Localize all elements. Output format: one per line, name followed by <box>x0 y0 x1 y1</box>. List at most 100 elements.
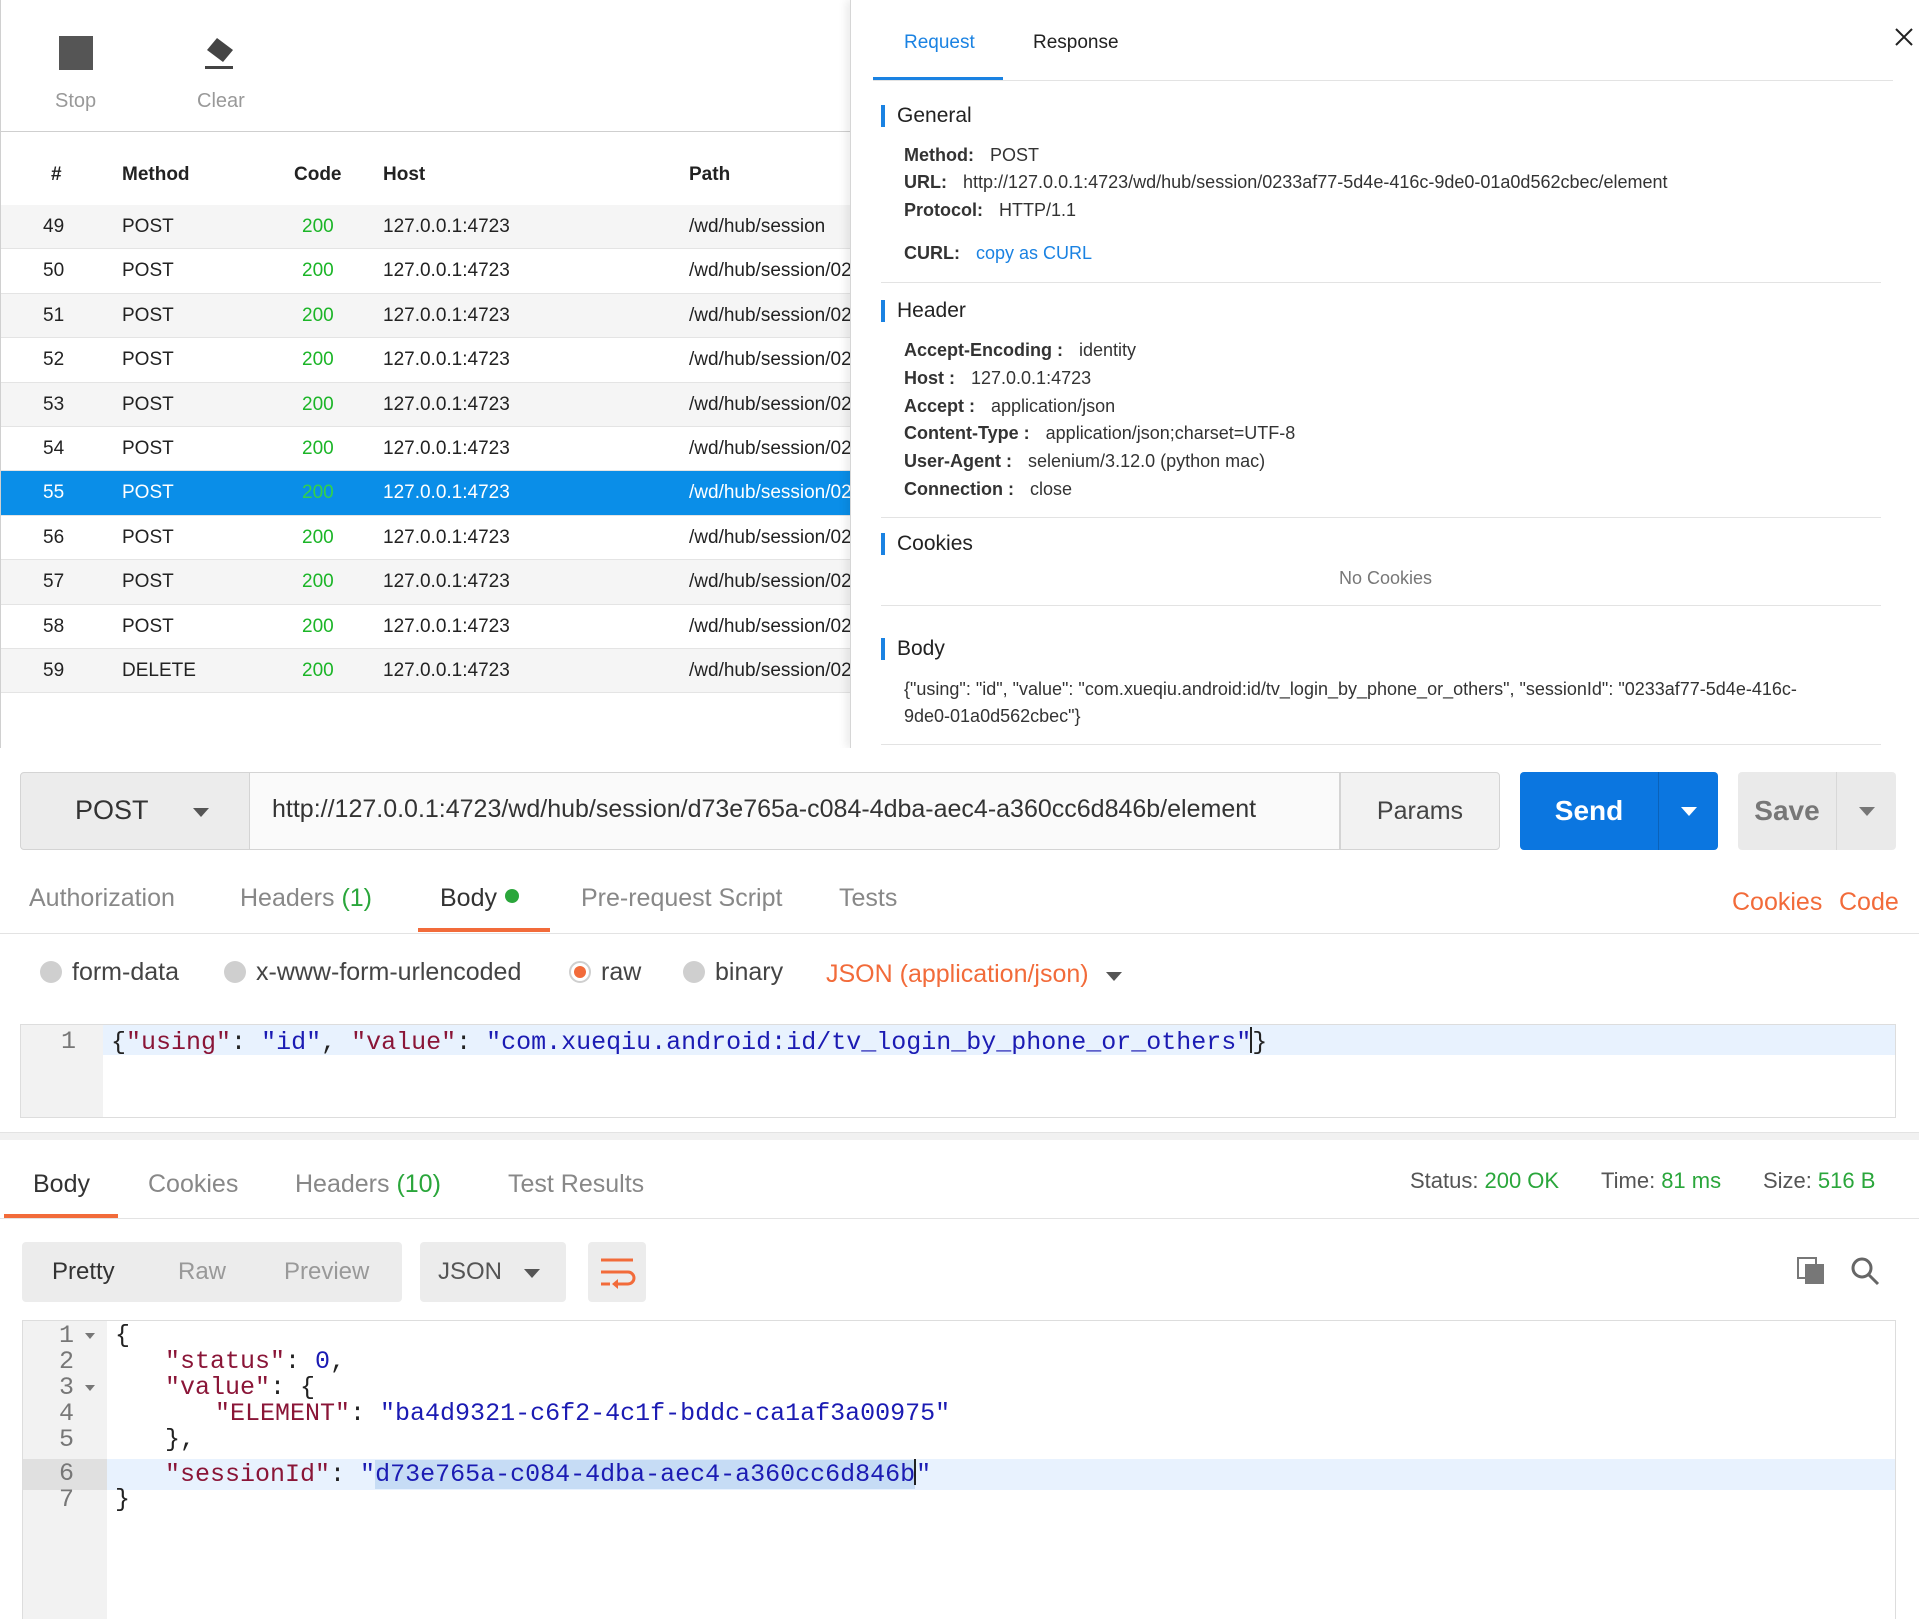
pane-divider[interactable] <box>0 1132 1919 1140</box>
table-row[interactable]: 49 POST 200 127.0.0.1:4723/wd/hub/session <box>1 205 851 250</box>
proxy-capture-window: Stop Clear # Method Code Host Path 49 POS… <box>0 0 1919 748</box>
row-host: 127.0.0.1:4723 <box>383 615 510 637</box>
table-row[interactable]: 52 POST 200 127.0.0.1:4723/wd/hub/session/0… <box>1 338 851 383</box>
send-dropdown-button[interactable] <box>1658 772 1718 850</box>
tab-authorization[interactable]: Authorization <box>29 884 175 913</box>
tab-body[interactable]: Body <box>440 884 519 913</box>
row-path: /wd/hub/session/02 <box>689 615 851 637</box>
fold-arrow-icon[interactable] <box>85 1385 95 1391</box>
clear-label: Clear <box>197 90 245 112</box>
copy-as-curl-link[interactable]: copy as CURL <box>976 243 1092 263</box>
tab-divider <box>0 933 1919 934</box>
table-row[interactable]: 57 POST 200 127.0.0.1:4723/wd/hub/session/0… <box>1 560 851 605</box>
table-row[interactable]: 56 POST 200 127.0.0.1:4723/wd/hub/session/0… <box>1 516 851 561</box>
request-body-editor[interactable]: 1 {"using": "id", "value": "com.xueqiu.a… <box>20 1024 1896 1118</box>
tab-response[interactable]: Response <box>1033 32 1119 54</box>
tab-headers[interactable]: Headers (1) <box>240 884 372 913</box>
radio-form-data[interactable]: form-data <box>40 958 179 987</box>
table-row[interactable]: 59 DELETE 200 127.0.0.1:4723/wd/hub/session… <box>1 648 851 694</box>
row-path: /wd/hub/session/02 <box>689 437 851 459</box>
row-num: 50 <box>43 260 65 282</box>
col-code[interactable]: Code <box>294 164 342 186</box>
section-divider <box>881 282 1881 283</box>
row-path: /wd/hub/session/02 <box>689 526 851 548</box>
stop-button[interactable]: Stop <box>55 36 96 113</box>
format-select[interactable]: JSON <box>420 1242 566 1302</box>
table-row[interactable]: 54 POST 200 127.0.0.1:4723/wd/hub/session/0… <box>1 427 851 472</box>
postman-window: POST http://127.0.0.1:4723/wd/hub/sessio… <box>0 748 1919 1619</box>
table-row[interactable]: 53 POST 200 127.0.0.1:4723/wd/hub/session/0… <box>1 382 851 427</box>
response-tab-body[interactable]: Body <box>33 1170 90 1199</box>
row-host: 127.0.0.1:4723 <box>383 482 510 504</box>
radio-urlencoded[interactable]: x-www-form-urlencoded <box>224 958 521 987</box>
header-item: Accept : application/json <box>904 396 1116 416</box>
col-host[interactable]: Host <box>383 164 425 186</box>
cookies-link[interactable]: Cookies <box>1732 888 1822 917</box>
save-dropdown-button[interactable] <box>1836 772 1896 850</box>
selected-session-id[interactable]: d73e765a-c084-4dba-aec4-a360cc6d846b <box>375 1460 916 1489</box>
col-method[interactable]: Method <box>122 164 190 186</box>
search-icon[interactable] <box>1850 1256 1880 1291</box>
row-path: /wd/hub/session/02 <box>689 393 851 415</box>
code-link[interactable]: Code <box>1839 888 1899 917</box>
view-preview-button[interactable]: Preview <box>284 1258 369 1286</box>
request-body-text: {"using": "id", "value": "com.xueqiu.and… <box>904 679 1797 726</box>
row-code: 200 <box>302 571 334 593</box>
radio-raw[interactable]: raw <box>569 958 641 987</box>
row-num: 49 <box>43 216 65 237</box>
table-row[interactable]: 50 POST 200 127.0.0.1:4723/wd/hub/session/0… <box>1 249 851 294</box>
table-row[interactable]: 58 POST 200 127.0.0.1:4723/wd/hub/session/0… <box>1 605 851 649</box>
url-input[interactable]: http://127.0.0.1:4723/wd/hub/session/d73… <box>250 772 1340 850</box>
tab-request[interactable]: Request <box>904 32 975 54</box>
response-tab-cookies[interactable]: Cookies <box>148 1170 238 1199</box>
view-raw-button[interactable]: Raw <box>178 1258 226 1286</box>
content-type-select[interactable]: JSON (application/json) <box>826 960 1089 989</box>
copy-icon[interactable] <box>1796 1256 1826 1291</box>
row-path: /wd/hub/session/02 <box>689 349 851 371</box>
send-button[interactable]: Send <box>1520 772 1658 850</box>
row-method: POST <box>122 482 174 504</box>
body-indicator-dot <box>504 889 519 903</box>
col-path[interactable]: Path <box>689 164 730 186</box>
row-method: POST <box>122 571 174 593</box>
tab-divider <box>873 80 1893 81</box>
row-code: 200 <box>302 659 334 681</box>
toolbar-divider <box>1 131 851 132</box>
save-button[interactable]: Save <box>1738 772 1836 850</box>
col-num[interactable]: # <box>51 164 62 186</box>
response-tab-test-results[interactable]: Test Results <box>508 1170 644 1199</box>
tab-pre-request-script[interactable]: Pre-request Script <box>581 884 782 913</box>
clear-button[interactable]: Clear <box>197 36 245 113</box>
row-path: /wd/hub/session <box>689 216 826 237</box>
fold-arrow-icon[interactable] <box>85 1333 95 1339</box>
method-select[interactable]: POST <box>20 772 250 850</box>
params-button[interactable]: Params <box>1340 772 1500 850</box>
radio-icon <box>224 961 246 983</box>
response-status: Status: 200 OK <box>1410 1168 1560 1193</box>
table-row[interactable]: 55 POST 200 127.0.0.1:4723/wd/hub/session/0… <box>1 471 851 516</box>
table-row[interactable]: 51 POST 200 127.0.0.1:4723/wd/hub/session/0… <box>1 293 851 339</box>
response-body-viewer[interactable]: 1 { 2 "status": 0, 3 "value": { 4 "ELEME… <box>22 1320 1896 1619</box>
row-code: 200 <box>302 216 334 237</box>
close-icon[interactable] <box>1893 26 1915 48</box>
radio-icon <box>40 961 62 983</box>
row-method: POST <box>122 393 174 415</box>
row-host: 127.0.0.1:4723 <box>383 571 510 593</box>
request-table-body: 49 POST 200 127.0.0.1:4723/wd/hub/session 50… <box>1 205 851 694</box>
row-num: 59 <box>43 659 65 681</box>
row-code: 200 <box>302 526 334 548</box>
wrap-lines-button[interactable] <box>588 1242 646 1302</box>
row-code: 200 <box>302 349 334 371</box>
stop-icon <box>55 36 96 76</box>
chevron-down-icon[interactable] <box>1106 972 1122 981</box>
view-pretty-button[interactable]: Pretty <box>52 1258 115 1286</box>
row-code: 200 <box>302 304 334 326</box>
tab-tests[interactable]: Tests <box>839 884 897 913</box>
radio-binary[interactable]: binary <box>683 958 783 987</box>
row-method: POST <box>122 437 174 459</box>
row-num: 58 <box>43 615 65 637</box>
row-code: 200 <box>302 260 334 282</box>
tab-divider <box>0 1218 1919 1219</box>
response-tab-headers[interactable]: Headers (10) <box>295 1170 441 1199</box>
row-num: 51 <box>43 304 65 326</box>
